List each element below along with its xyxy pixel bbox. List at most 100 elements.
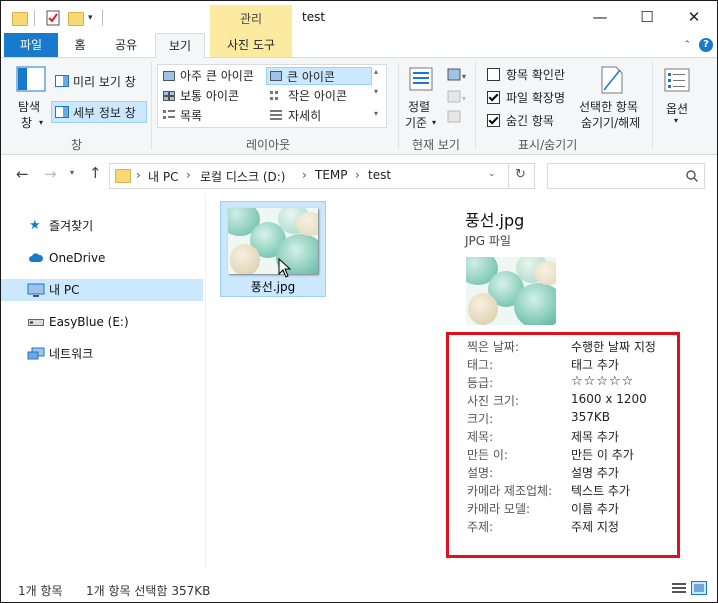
computer-icon [27, 283, 45, 297]
large-icons-view-icon[interactable] [691, 581, 707, 595]
nav-item-onedrive[interactable]: OneDrive [1, 247, 203, 269]
navigation-pane-button[interactable]: 탐색 [18, 98, 40, 115]
chevron-down-icon: ▾ [39, 118, 44, 127]
property-row-camera-maker: 카메라 제조업체: 텍스트 추가 [467, 482, 677, 500]
group-by-icon[interactable]: ▾ [447, 68, 467, 85]
hidden-items-checkbox[interactable] [487, 114, 500, 127]
divider [34, 10, 35, 26]
file-name: 풍선.jpg [250, 280, 296, 294]
layout-large-icons[interactable]: 큰 아이콘 [266, 67, 372, 85]
layout-small-icons[interactable]: 작은 아이콘 [288, 87, 347, 104]
property-key: 등급: [467, 376, 494, 390]
details-view-icon[interactable] [671, 581, 687, 595]
property-value[interactable]: 태그 추가 [571, 356, 619, 373]
forward-arrow-icon[interactable]: → [44, 165, 57, 183]
tab-home[interactable]: 홈 [63, 33, 97, 57]
property-value[interactable]: 텍스트 추가 [571, 482, 630, 499]
property-row-subject: 주제: 주제 지정 [467, 518, 677, 536]
property-row-date-taken: 찍은 날짜: 수행한 날짜 지정 [467, 338, 677, 356]
hide-selected-icon[interactable] [599, 66, 625, 97]
navigation-pane-icon[interactable] [16, 66, 46, 95]
nav-item-label: OneDrive [49, 251, 106, 265]
details-pane-button[interactable]: 세부 정보 창 [51, 101, 147, 123]
details-pane-label: 세부 정보 창 [73, 106, 136, 120]
preview-pane-icon [55, 75, 69, 90]
group-label-layout: 레이아웃 [246, 138, 291, 152]
address-history-icon[interactable]: ⌄ [488, 169, 496, 179]
hide-selected-button[interactable]: 선택한 항목 [579, 98, 638, 115]
property-value[interactable]: 만든 이 추가 [571, 446, 634, 463]
new-folder-icon[interactable] [68, 12, 84, 26]
layout-gallery: 아주 큰 아이콘 큰 아이콘 보통 아이콘 작은 아이콘 목록 자세히 ▴ ▾ … [157, 64, 387, 128]
gallery-down-icon[interactable]: ▾ [374, 87, 378, 96]
breadcrumb-test[interactable]: test [368, 168, 391, 182]
nav-item-easyblue-drive[interactable]: EasyBlue (E:) [1, 311, 203, 333]
nav-item-label: 네트워크 [49, 347, 94, 361]
details-file-type: JPG 파일 [465, 234, 511, 248]
ribbon-view: 탐색 창 ▾ 미리 보기 창 세부 정보 창 창 아주 큰 아이콘 큰 아이콘 … [1, 58, 717, 155]
address-bar[interactable]: › 내 PC › 로컬 디스크 (D:) › TEMP › test ⌄ ↻ [109, 163, 535, 189]
options-button[interactable]: 옵션 [666, 100, 688, 117]
tab-file[interactable]: 파일 [4, 33, 58, 57]
property-value[interactable]: 제목 추가 [571, 428, 619, 445]
file-extensions-checkbox[interactable] [487, 91, 500, 104]
layout-details[interactable]: 자세히 [288, 107, 321, 124]
gallery-more-icon[interactable]: ▾ [374, 109, 378, 118]
breadcrumb-temp[interactable]: TEMP [315, 168, 348, 182]
options-icon[interactable] [664, 68, 690, 95]
title-bar: ▾ 관리 test — ☐ ✕ [1, 1, 717, 33]
file-item[interactable]: 풍선.jpg [220, 201, 326, 297]
search-icon [686, 170, 698, 182]
nav-item-this-pc[interactable]: 내 PC [1, 279, 203, 301]
gallery-up-icon[interactable]: ▴ [374, 67, 378, 76]
usb-drive-icon [28, 319, 44, 326]
property-value: 1600 x 1200 [571, 392, 647, 406]
sort-by-button[interactable]: 정렬 [408, 98, 430, 115]
ribbon-collapse-icon[interactable]: ⌃ [683, 40, 691, 50]
tab-view[interactable]: 보기 [155, 33, 205, 59]
rating-stars-icon[interactable]: ☆☆☆☆☆ [571, 374, 634, 389]
medium-icons-icon [163, 90, 175, 104]
properties-icon[interactable] [46, 10, 60, 26]
sort-by-icon[interactable] [408, 66, 434, 95]
layout-medium-icons[interactable]: 보통 아이콘 [180, 87, 239, 104]
breadcrumb-separator: › [136, 168, 141, 182]
property-row-dimensions: 사진 크기: 1600 x 1200 [467, 392, 677, 410]
list-icon [163, 109, 175, 123]
breadcrumb-this-pc[interactable]: 내 PC [148, 168, 178, 185]
tab-picture-tools[interactable]: 사진 도구 [210, 33, 292, 57]
property-value[interactable]: 주제 지정 [571, 518, 619, 535]
help-icon[interactable]: ? [699, 38, 713, 52]
cloud-icon [29, 253, 44, 262]
up-arrow-icon[interactable]: ↑ [89, 164, 102, 182]
property-key: 크기: [467, 412, 494, 426]
tab-share[interactable]: 공유 [105, 33, 147, 57]
property-value[interactable]: 이름 추가 [571, 500, 619, 517]
minimize-button[interactable]: — [577, 5, 623, 29]
nav-item-quick-access[interactable]: ★ 즐겨찾기 [1, 215, 203, 237]
property-key: 카메라 제조업체: [467, 484, 553, 498]
window-title: test [302, 10, 326, 24]
customize-qat-icon[interactable]: ▾ [88, 13, 98, 29]
item-checkboxes-checkbox[interactable] [487, 68, 500, 81]
preview-pane-button[interactable]: 미리 보기 창 [73, 73, 136, 90]
refresh-icon[interactable]: ↻ [515, 167, 526, 182]
breadcrumb-local-disk[interactable]: 로컬 디스크 (D:) [200, 168, 285, 185]
context-tab-manage[interactable]: 관리 [210, 5, 292, 33]
details-view-icon [270, 109, 282, 123]
layout-extra-large-icons[interactable]: 아주 큰 아이콘 [180, 67, 254, 84]
divider [102, 10, 103, 26]
folder-icon [115, 169, 131, 183]
search-input[interactable] [547, 163, 705, 189]
nav-item-network[interactable]: 네트워크 [1, 343, 203, 365]
close-button[interactable]: ✕ [671, 5, 717, 29]
property-value[interactable]: 설명 추가 [571, 464, 619, 481]
property-row-tags: 태그: 태그 추가 [467, 356, 677, 374]
maximize-button[interactable]: ☐ [624, 5, 670, 29]
layout-list[interactable]: 목록 [180, 107, 202, 124]
chevron-down-icon: ▾ [674, 116, 679, 125]
property-value[interactable]: 수행한 날짜 지정 [571, 338, 656, 355]
back-arrow-icon[interactable]: ← [16, 165, 29, 183]
recent-locations-icon[interactable]: ▾ [70, 168, 74, 177]
divider [151, 62, 152, 150]
